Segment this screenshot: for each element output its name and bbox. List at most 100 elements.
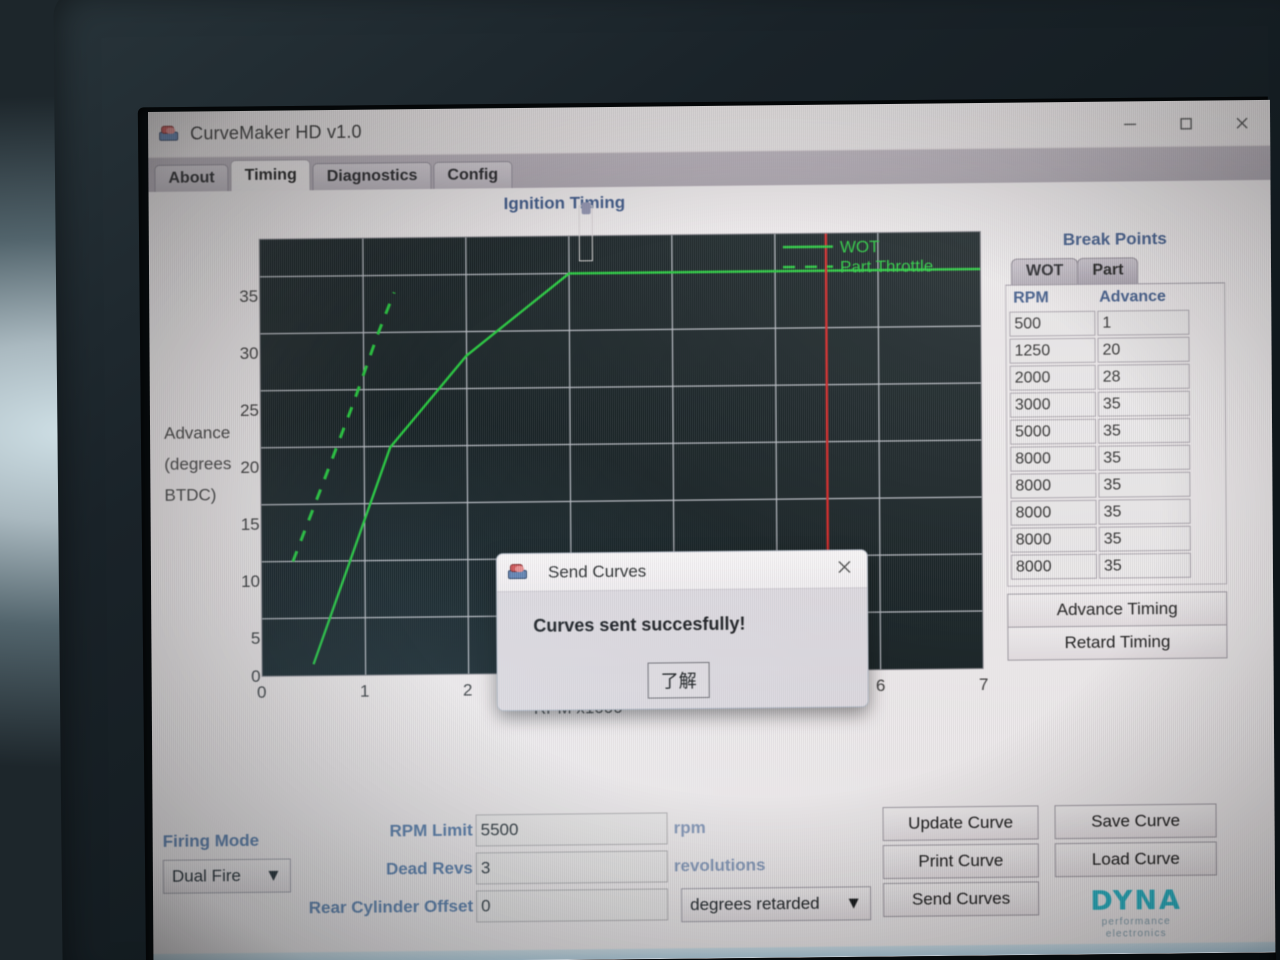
advance-input[interactable]: 35 bbox=[1097, 417, 1191, 444]
table-row: 8000 35 bbox=[1010, 444, 1222, 472]
rpm-input[interactable]: 8000 bbox=[1010, 526, 1097, 553]
dead-revs-unit: revolutions bbox=[673, 855, 766, 876]
y-tick-35: 35 bbox=[239, 286, 259, 307]
window-controls bbox=[1102, 100, 1270, 147]
app-icon bbox=[158, 124, 180, 144]
rpm-limit-input[interactable]: 5500 bbox=[475, 812, 668, 847]
rear-offset-unit-value: degrees retarded bbox=[690, 893, 820, 915]
dead-revs-label: Dead Revs bbox=[385, 858, 473, 879]
photograph-of-laptop-screen: CurveMaker HD v1.0 About Timing Diagnost… bbox=[0, 0, 1280, 960]
dialog-message: Curves sent succesfully! bbox=[533, 613, 746, 636]
x-tick-1: 1 bbox=[359, 681, 370, 701]
rpm-input[interactable]: 8000 bbox=[1010, 472, 1097, 499]
y-tick-20: 20 bbox=[240, 457, 260, 478]
table-row: 2000 28 bbox=[1009, 363, 1222, 391]
rpm-input[interactable]: 2000 bbox=[1009, 364, 1096, 391]
break-points-title: Break Points bbox=[1062, 228, 1167, 250]
advance-input[interactable]: 35 bbox=[1097, 390, 1190, 417]
dyna-logo: DYNA performance electronics bbox=[1055, 884, 1217, 941]
dyna-logo-word: DYNA bbox=[1090, 884, 1182, 917]
firing-mode-value: Dual Fire bbox=[171, 866, 241, 886]
table-row: 8000 35 bbox=[1010, 525, 1223, 553]
minimize-icon[interactable] bbox=[1102, 101, 1158, 147]
update-curve-button[interactable]: Update Curve bbox=[882, 805, 1039, 842]
rear-offset-row: Rear Cylinder Offset 0 bbox=[271, 888, 669, 924]
slider-knob[interactable] bbox=[581, 202, 591, 215]
bp-tab-part[interactable]: Part bbox=[1077, 257, 1139, 284]
dialog-title-bar: Send Curves bbox=[496, 550, 868, 593]
advance-input[interactable]: 20 bbox=[1097, 336, 1190, 363]
close-icon[interactable] bbox=[836, 558, 853, 580]
rpm-limit-unit: rpm bbox=[673, 818, 706, 838]
save-curve-button[interactable]: Save Curve bbox=[1054, 803, 1217, 840]
y-tick-30: 30 bbox=[239, 343, 259, 364]
rpm-limit-label: RPM Limit bbox=[389, 820, 473, 841]
y-tick-0: 0 bbox=[251, 666, 261, 686]
tab-diagnostics[interactable]: Diagnostics bbox=[312, 161, 432, 191]
rpm-input[interactable]: 8000 bbox=[1010, 499, 1097, 526]
dialog-app-icon bbox=[507, 562, 529, 582]
rear-offset-input[interactable]: 0 bbox=[476, 888, 669, 923]
retard-timing-button[interactable]: Retard Timing bbox=[1007, 624, 1228, 661]
print-curve-button[interactable]: Print Curve bbox=[882, 843, 1039, 880]
y-tick-10: 10 bbox=[241, 571, 261, 592]
advance-input[interactable]: 35 bbox=[1098, 471, 1191, 498]
bp-tab-wot[interactable]: WOT bbox=[1010, 257, 1079, 285]
x-tick-7: 7 bbox=[978, 674, 989, 695]
rpm-input[interactable]: 500 bbox=[1009, 310, 1096, 337]
table-row: 8000 35 bbox=[1010, 498, 1223, 526]
x-tick-6: 6 bbox=[875, 676, 886, 696]
advance-timing-label: Advance Timing bbox=[1056, 598, 1178, 620]
rpm-input[interactable]: 1250 bbox=[1009, 337, 1096, 364]
y-tick-15: 15 bbox=[240, 514, 260, 535]
x-tick-0: 0 bbox=[256, 682, 267, 702]
advance-input[interactable]: 35 bbox=[1098, 552, 1192, 579]
tab-about[interactable]: About bbox=[154, 164, 229, 192]
advance-input[interactable]: 35 bbox=[1098, 498, 1191, 525]
firing-mode-select[interactable]: Dual Fire ▼ bbox=[162, 858, 292, 894]
column-header-advance: Advance bbox=[1099, 287, 1166, 306]
timing-panel: Ignition Timing Advance (degrees BTDC) R… bbox=[148, 179, 1276, 960]
rpm-input[interactable]: 8000 bbox=[1010, 445, 1097, 472]
chevron-down-icon: ▼ bbox=[265, 865, 282, 885]
dead-revs-row: Dead Revs 3 revolutions bbox=[343, 849, 766, 886]
update-curve-label: Update Curve bbox=[908, 812, 1014, 833]
advance-input[interactable]: 1 bbox=[1097, 309, 1190, 336]
rpm-input[interactable]: 3000 bbox=[1009, 391, 1096, 418]
dead-revs-input[interactable]: 3 bbox=[475, 850, 668, 885]
rear-offset-unit-select[interactable]: degrees retarded ▼ bbox=[681, 886, 872, 923]
dialog-ok-button[interactable]: 了解 bbox=[647, 661, 710, 699]
bottom-controls: Firing Mode Dual Fire ▼ RPM Limit 5500 r… bbox=[152, 792, 1275, 960]
chevron-down-icon: ▼ bbox=[845, 893, 863, 913]
break-points-table: RPM Advance 500 1 1250 20 2000 28 3000 3… bbox=[1005, 282, 1228, 587]
vertical-slider[interactable] bbox=[578, 202, 593, 262]
rear-offset-label: Rear Cylinder Offset bbox=[308, 896, 474, 918]
table-row: 500 1 bbox=[1009, 309, 1221, 337]
application-window: CurveMaker HD v1.0 About Timing Diagnost… bbox=[148, 99, 1276, 960]
tab-timing[interactable]: Timing bbox=[230, 159, 311, 192]
save-curve-label: Save Curve bbox=[1091, 810, 1181, 831]
advance-timing-button[interactable]: Advance Timing bbox=[1007, 591, 1228, 628]
table-row: 5000 35 bbox=[1009, 417, 1222, 445]
dialog-ok-label: 了解 bbox=[660, 671, 697, 693]
break-points-tabs: WOT Part bbox=[1005, 256, 1225, 285]
y-tick-5: 5 bbox=[250, 628, 261, 648]
column-header-rpm: RPM bbox=[1013, 289, 1049, 307]
break-points-panel: Break Points WOT Part RPM Advance 500 1 bbox=[1005, 228, 1228, 661]
rpm-input[interactable]: 8000 bbox=[1010, 553, 1098, 580]
maximize-icon[interactable] bbox=[1158, 100, 1214, 146]
advance-input[interactable]: 28 bbox=[1097, 363, 1190, 390]
retard-timing-label: Retard Timing bbox=[1064, 631, 1171, 653]
load-curve-button[interactable]: Load Curve bbox=[1054, 841, 1217, 878]
send-curves-button[interactable]: Send Curves bbox=[882, 881, 1040, 918]
rpm-input[interactable]: 5000 bbox=[1009, 418, 1097, 445]
send-curves-dialog: Send Curves Curves sent succesfully! 了解 bbox=[495, 549, 869, 712]
table-row: 8000 35 bbox=[1010, 471, 1222, 499]
close-icon[interactable] bbox=[1214, 100, 1270, 146]
send-curves-label: Send Curves bbox=[911, 888, 1011, 909]
advance-input[interactable]: 35 bbox=[1098, 525, 1191, 552]
advance-input[interactable]: 35 bbox=[1098, 444, 1191, 471]
load-curve-label: Load Curve bbox=[1091, 848, 1180, 869]
chart-title: Ignition Timing bbox=[503, 192, 626, 214]
tab-config[interactable]: Config bbox=[433, 161, 513, 189]
